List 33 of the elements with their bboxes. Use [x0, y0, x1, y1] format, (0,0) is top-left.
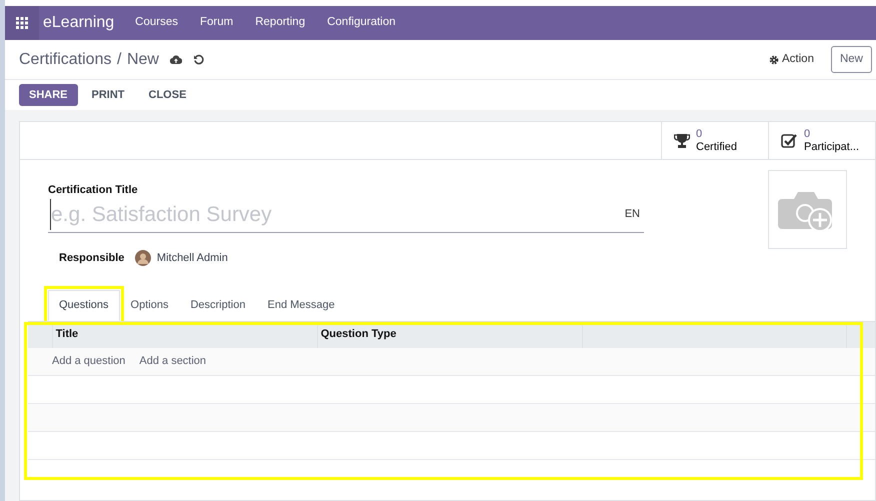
responsible-user[interactable]: Mitchell Admin [156, 250, 228, 266]
avatar-icon [135, 250, 152, 266]
action-menu-button[interactable]: Action [763, 50, 820, 70]
add-link[interactable]: Add a section [132, 352, 214, 370]
breadcrumb-current: New [126, 50, 159, 70]
status-bar-button[interactable]: SHARE [19, 84, 78, 106]
menu-item[interactable]: Courses [124, 14, 189, 32]
checkbox-icon [781, 132, 798, 148]
gear-icon [769, 54, 780, 64]
menu-item[interactable]: Configuration [316, 14, 407, 32]
breadcrumb-link[interactable]: Certifications [19, 48, 112, 72]
save-cloud-icon[interactable] [170, 54, 182, 64]
stat-value: 0 [696, 128, 704, 140]
discard-icon[interactable] [192, 54, 204, 65]
app-name[interactable]: eLearning [43, 11, 114, 35]
menu-item[interactable]: Reporting [244, 14, 316, 32]
tab[interactable]: End Message [256, 290, 346, 320]
status-bar-button[interactable]: PRINT [82, 84, 135, 106]
field-label: Responsible [59, 250, 124, 266]
tab[interactable]: Options [120, 290, 180, 320]
menu-item[interactable]: Forum [189, 14, 244, 32]
new-button[interactable]: New [830, 46, 872, 74]
field-label: Certification Title [48, 183, 139, 198]
tab[interactable]: Description [179, 290, 256, 320]
apps-menu-icon[interactable] [5, 6, 39, 40]
stat-label: Participat... [804, 140, 860, 154]
status-bar-button[interactable]: CLOSE [138, 84, 196, 106]
breadcrumb-separator: / [116, 50, 122, 70]
language-button[interactable]: EN [624, 206, 640, 222]
trophy-icon [674, 132, 690, 148]
stat-label: Certified [696, 140, 737, 154]
stat-value: 0 [804, 128, 812, 140]
add-link[interactable]: Add a question [45, 352, 132, 370]
